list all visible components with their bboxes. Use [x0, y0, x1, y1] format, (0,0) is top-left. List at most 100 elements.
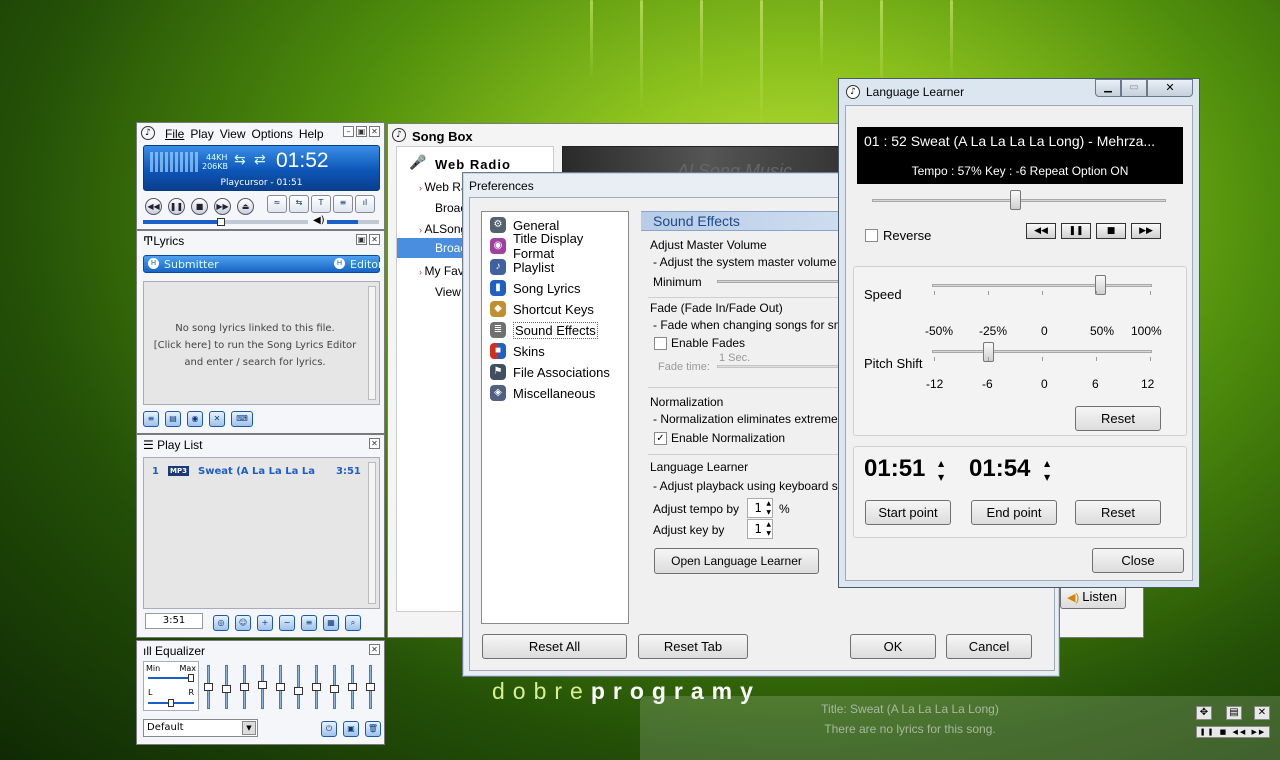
close-icon[interactable]: ✕: [369, 644, 380, 655]
eq-power-icon[interactable]: ⏻: [321, 721, 337, 737]
start-time-spinner[interactable]: ▲ ▼: [938, 457, 944, 485]
spinner-arrows-icon[interactable]: ▲ ▼: [766, 499, 771, 517]
reset-repeat-button[interactable]: Reset: [1075, 500, 1161, 525]
reset-tab-button[interactable]: Reset Tab: [638, 634, 748, 659]
eject-button[interactable]: ⏏: [237, 198, 254, 215]
eq-band-thumb[interactable]: [348, 683, 357, 691]
menu-play[interactable]: Play: [190, 127, 213, 141]
eq-save-icon[interactable]: ▣: [343, 721, 359, 737]
eq-band-thumb[interactable]: [294, 686, 303, 695]
end-time-spinner[interactable]: ▲ ▼: [1044, 457, 1050, 485]
eq-band-thumb[interactable]: [312, 683, 321, 691]
pl-tool-2-icon[interactable]: ☺: [235, 615, 251, 631]
minimize-icon[interactable]: ▁: [1095, 79, 1121, 97]
category-shortcut-keys[interactable]: ◆ Shortcut Keys: [490, 299, 594, 319]
menu-file[interactable]: File: [165, 127, 184, 141]
mini-mode-icon[interactable]: ▣: [356, 126, 367, 137]
lyrics-tool-5-icon[interactable]: ⌨: [231, 411, 253, 427]
chevron-down-icon[interactable]: ▼: [242, 721, 256, 735]
forward-button[interactable]: ▶▶: [1131, 223, 1161, 239]
settings-icon[interactable]: ▤: [1226, 706, 1242, 720]
shuffle-icon[interactable]: ⇄: [254, 152, 266, 168]
tool-list-icon[interactable]: ≡: [333, 195, 353, 213]
fade-time-slider[interactable]: [717, 365, 847, 368]
cancel-button[interactable]: Cancel: [946, 634, 1032, 659]
category-skins[interactable]: ■ Skins: [490, 341, 545, 361]
category-title-display-format[interactable]: ◉ Title Display Format: [490, 231, 628, 261]
menu-help[interactable]: Help: [299, 127, 324, 141]
category-sound-effects[interactable]: ≣ Sound Effects: [490, 320, 598, 340]
tool-repeat-icon[interactable]: ⇆: [289, 195, 309, 213]
key-spinner[interactable]: 1 ▲ ▼: [747, 519, 773, 539]
master-volume-slider[interactable]: [717, 280, 847, 283]
tool-lyrics-icon[interactable]: ≈: [267, 195, 287, 213]
spinner-arrows-icon[interactable]: ▲ ▼: [766, 520, 771, 538]
reverse-checkbox[interactable]: [865, 229, 878, 242]
seek-thumb[interactable]: [217, 218, 225, 226]
eq-band-thumb[interactable]: [222, 684, 231, 693]
speed-slider[interactable]: [932, 284, 1152, 287]
next-button[interactable]: ▶▶: [214, 198, 231, 215]
lyrics-tool-3-icon[interactable]: ◉: [187, 411, 203, 427]
close-icon[interactable]: ✕: [369, 126, 380, 137]
menu-view[interactable]: View: [220, 127, 246, 141]
stop-button[interactable]: ■: [1096, 223, 1126, 239]
tool-font-icon[interactable]: T: [311, 195, 331, 213]
lyrics-scrollbar[interactable]: [368, 286, 376, 400]
enable-fades-checkbox[interactable]: [654, 337, 667, 350]
minimize-icon[interactable]: –: [343, 126, 354, 137]
listen-button[interactable]: ◀) Listen: [1060, 585, 1126, 609]
close-icon[interactable]: ✕: [1147, 79, 1193, 97]
tempo-spinner[interactable]: 1 ▲ ▼: [747, 498, 773, 518]
category-miscellaneous[interactable]: ◈ Miscellaneous: [490, 383, 595, 403]
pl-search-icon[interactable]: ⌕: [345, 615, 361, 631]
eq-band-thumb[interactable]: [330, 684, 339, 693]
ok-button[interactable]: OK: [850, 634, 936, 659]
close-icon[interactable]: ✕: [1254, 706, 1270, 720]
category-song-lyrics[interactable]: ▮ Song Lyrics: [490, 278, 580, 298]
pl-tool-6-icon[interactable]: ▦: [323, 615, 339, 631]
lyrics-tool-4-icon[interactable]: ✕: [209, 411, 225, 427]
pl-tool-5-icon[interactable]: ≡: [301, 615, 317, 631]
close-icon[interactable]: ✕: [369, 234, 380, 245]
pause-button[interactable]: ❚❚: [168, 198, 185, 215]
eq-band-thumb[interactable]: [366, 683, 375, 691]
eq-band-thumb[interactable]: [258, 681, 267, 690]
eq-band-thumb[interactable]: [276, 683, 285, 691]
reset-all-button[interactable]: Reset All: [482, 634, 627, 659]
maximize-icon[interactable]: ▭: [1121, 79, 1147, 97]
move-icon[interactable]: ✥: [1196, 706, 1212, 720]
enable-normalization-checkbox[interactable]: ✓: [654, 432, 667, 445]
submitter-label[interactable]: Submitter: [164, 258, 219, 271]
lyrics-area[interactable]: No song lyrics linked to this file. [Cli…: [143, 281, 380, 405]
open-language-learner-button[interactable]: Open Language Learner: [654, 548, 819, 574]
rewind-button[interactable]: ◀◀: [1026, 223, 1056, 239]
menu-options[interactable]: Options: [251, 127, 292, 141]
tree-item-web-radio[interactable]: › Web Ra: [419, 180, 468, 194]
pl-tool-1-icon[interactable]: ◎: [213, 615, 229, 631]
playlist-row[interactable]: 1 MP3 Sweat (A La La La La Lo 3:51: [144, 466, 366, 480]
seek-bar[interactable]: [143, 220, 308, 224]
pl-remove-icon[interactable]: −: [279, 615, 295, 631]
end-point-button[interactable]: End point: [971, 500, 1057, 525]
tree-item-view[interactable]: View: [435, 285, 461, 299]
category-playlist[interactable]: ♪ Playlist: [490, 257, 554, 277]
prev-button[interactable]: ◀◀: [145, 198, 162, 215]
position-thumb[interactable]: [1010, 190, 1021, 210]
repeat-icon[interactable]: ⇆: [234, 152, 246, 168]
eq-band-thumb[interactable]: [240, 683, 249, 691]
eq-band-thumb[interactable]: [204, 683, 213, 691]
web-radio-heading[interactable]: Web Radio: [435, 157, 511, 172]
reset-speed-pitch-button[interactable]: Reset: [1075, 406, 1161, 431]
pause-button[interactable]: ❚❚: [1061, 223, 1091, 239]
pl-add-icon[interactable]: +: [257, 615, 273, 631]
preamp-thumb[interactable]: [188, 674, 194, 682]
lyrics-message-2[interactable]: [Click here] to run the Song Lyrics Edit…: [144, 337, 366, 354]
detach-icon[interactable]: ▣: [356, 234, 367, 245]
tree-item-my-favorites[interactable]: › My Fav: [419, 264, 464, 278]
close-icon[interactable]: ✕: [369, 438, 380, 449]
start-point-button[interactable]: Start point: [865, 500, 951, 525]
balance-thumb[interactable]: [168, 699, 174, 707]
lyrics-tool-2-icon[interactable]: ▤: [165, 411, 181, 427]
stop-button[interactable]: ■: [191, 198, 208, 215]
